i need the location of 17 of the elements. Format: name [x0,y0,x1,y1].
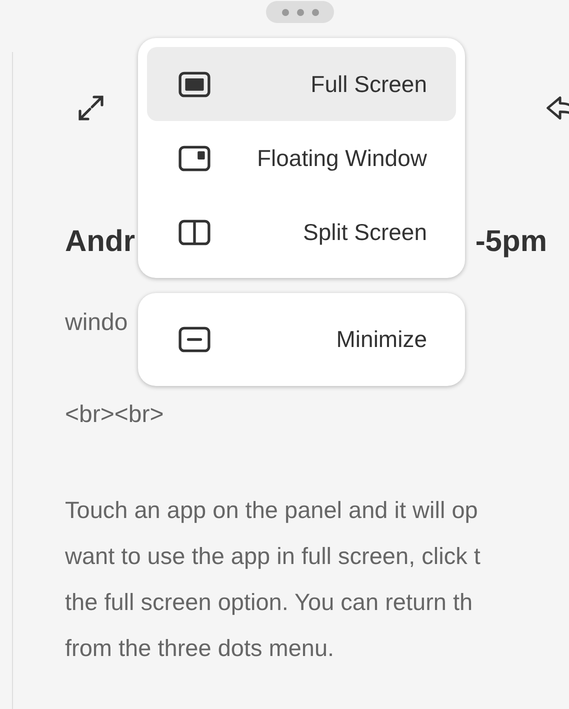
drag-handle[interactable] [266,1,334,23]
full-screen-icon [178,70,211,98]
menu-item[interactable]: Split Screen [147,195,456,269]
minimize-icon [178,326,211,353]
paragraph-line: the full screen option. You can return th [65,588,473,617]
heading-text: Andr [65,224,135,260]
split-screen-icon [178,218,211,246]
paragraph-line: want to use the app in full screen, click t [65,542,480,571]
paragraph-line: Touch an app on the panel and it will op [65,496,478,525]
paragraph-line: from the three dots menu. [65,634,334,663]
floating-window-icon [178,144,211,172]
menu-item[interactable]: Minimize [147,302,456,377]
heading-text: -5pm [475,224,547,260]
body-text: windo [65,309,128,336]
menu-item[interactable]: Full Screen [147,47,456,121]
body-text: <br><br> [65,401,164,428]
menu-item[interactable]: Floating Window [147,121,456,195]
